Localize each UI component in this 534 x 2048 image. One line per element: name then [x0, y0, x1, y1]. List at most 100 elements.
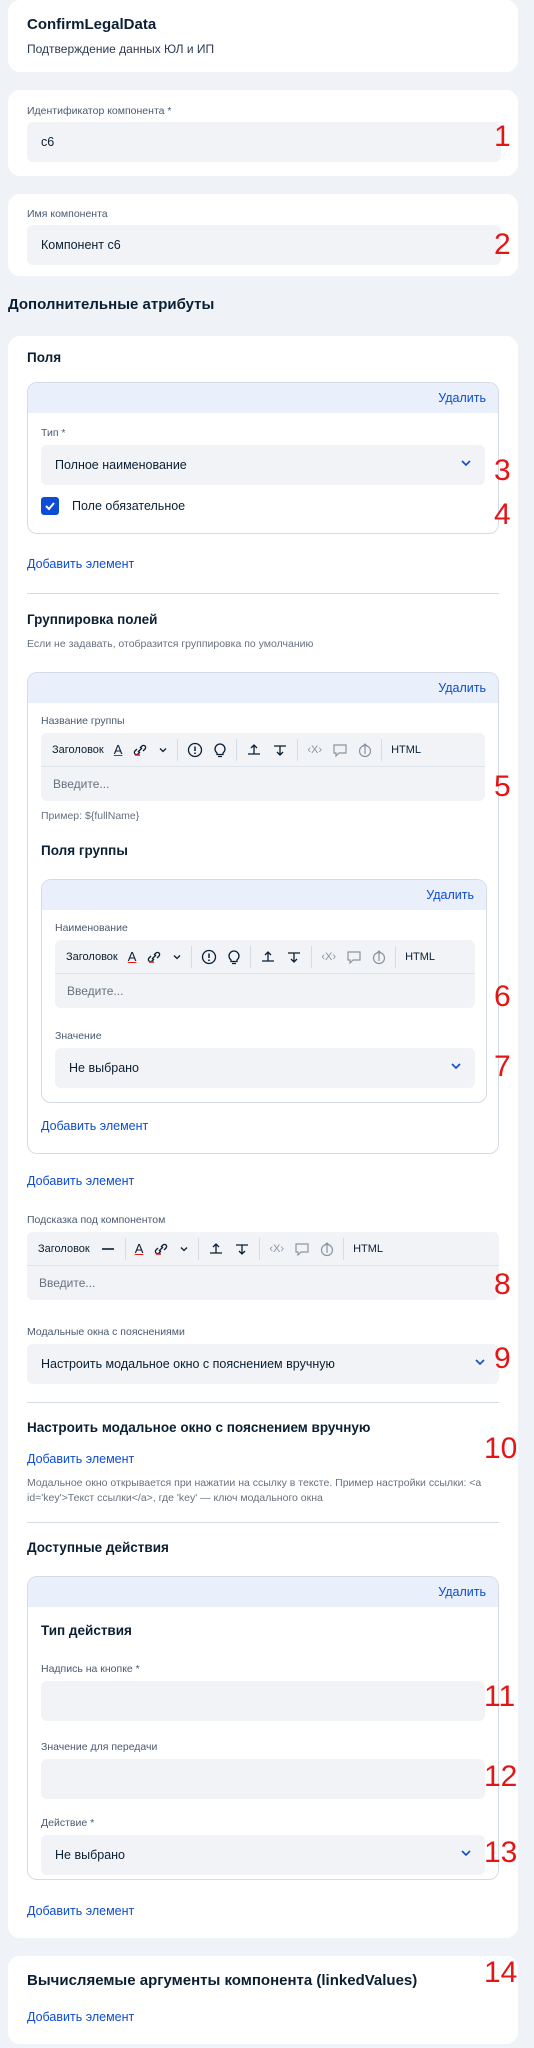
- comment-icon[interactable]: [341, 940, 367, 974]
- group-name-placeholder: Введите...: [53, 777, 110, 791]
- annotation-9: 9: [494, 1342, 511, 1375]
- chevron-down-icon: [461, 1850, 471, 1857]
- chevron-down-icon: [475, 1359, 485, 1366]
- heading-button[interactable]: Заголовок: [33, 1232, 95, 1266]
- link-icon[interactable]: [127, 733, 153, 767]
- linked-values-add-link[interactable]: Добавить элемент: [27, 2010, 134, 2024]
- actions-add-link[interactable]: Добавить элемент: [27, 1904, 134, 1918]
- group-field-add-link[interactable]: Добавить элемент: [41, 1119, 148, 1133]
- toolbar-separator: [124, 1237, 126, 1260]
- actions-title: Доступные действия: [27, 1540, 169, 1555]
- annotation-2: 2: [494, 228, 511, 261]
- insert-above-icon[interactable]: [203, 1232, 229, 1266]
- annotation-10: 10: [484, 1432, 518, 1465]
- toolbar-separator: [191, 945, 193, 968]
- html-button[interactable]: HTML: [348, 1232, 388, 1266]
- action-item-header: [28, 1577, 498, 1607]
- comment-icon[interactable]: [289, 1232, 315, 1266]
- fields-delete-link[interactable]: Удалить: [438, 391, 486, 405]
- toolbar-separator: [177, 738, 179, 761]
- link-icon[interactable]: [141, 940, 167, 974]
- group-field-name-input[interactable]: Введите...: [55, 974, 475, 1008]
- pass-value-input[interactable]: [41, 1759, 485, 1799]
- warning-icon[interactable]: [182, 733, 208, 767]
- action-select-value: Не выбрано: [55, 1848, 125, 1862]
- action-select[interactable]: Не выбрано: [41, 1835, 485, 1875]
- code-icon[interactable]: ‹X›: [302, 733, 327, 767]
- manual-modal-add-link[interactable]: Добавить элемент: [27, 1452, 134, 1466]
- chevron-down-icon[interactable]: [174, 1232, 194, 1266]
- annotation-8: 8: [494, 1268, 511, 1301]
- group-field-item: Удалить Наименование Заголовок A ‹X› HTM…: [41, 879, 487, 1103]
- html-button[interactable]: HTML: [400, 940, 440, 974]
- component-id-input[interactable]: c6: [27, 122, 501, 162]
- component-name-card: Имя компонента Компонент с6: [8, 194, 518, 276]
- upload-icon[interactable]: [367, 940, 391, 974]
- modals-select[interactable]: Настроить модальное окно с пояснением вр…: [27, 1344, 499, 1384]
- chevron-down-icon[interactable]: [167, 940, 187, 974]
- text-color-icon[interactable]: A: [109, 733, 128, 767]
- toolbar-separator: [297, 738, 299, 761]
- text-color-icon[interactable]: A: [130, 1232, 149, 1266]
- code-icon[interactable]: ‹X›: [264, 1232, 289, 1266]
- fields-add-link[interactable]: Добавить элемент: [27, 557, 134, 571]
- lightbulb-icon[interactable]: [222, 940, 246, 974]
- component-name-value: Компонент с6: [41, 238, 121, 252]
- link-icon[interactable]: [148, 1232, 174, 1266]
- toolbar-separator: [236, 738, 238, 761]
- upload-icon[interactable]: [315, 1232, 339, 1266]
- modals-select-value: Настроить модальное окно с пояснением вр…: [41, 1357, 335, 1371]
- insert-above-icon[interactable]: [241, 733, 267, 767]
- action-delete-link[interactable]: Удалить: [438, 1585, 486, 1599]
- code-icon[interactable]: ‹X›: [316, 940, 341, 974]
- component-subtitle: Подтверждение данных ЮЛ и ИП: [27, 42, 215, 56]
- linked-values-card: Вычисляемые аргументы компонента (linked…: [8, 1956, 518, 2044]
- warning-icon[interactable]: [196, 940, 222, 974]
- group-field-value-select[interactable]: Не выбрано: [55, 1048, 475, 1088]
- group-field-delete-link[interactable]: Удалить: [426, 888, 474, 902]
- hint-under-toolbar: Заголовок A ‹X› HTML: [27, 1232, 499, 1266]
- hint-under-placeholder: Введите...: [39, 1276, 96, 1290]
- button-label-input[interactable]: [41, 1681, 485, 1721]
- hint-under-input[interactable]: Введите...: [27, 1266, 499, 1300]
- group-field-name-label: Наименование: [55, 922, 128, 934]
- required-checkbox[interactable]: [41, 497, 59, 515]
- insert-below-icon[interactable]: [281, 940, 307, 974]
- component-name-input[interactable]: Компонент с6: [27, 225, 501, 265]
- action-type-title: Тип действия: [41, 1623, 132, 1638]
- group-name-example: Пример: ${fullName}: [41, 810, 140, 822]
- toolbar-separator: [343, 1237, 345, 1260]
- grouping-add-link[interactable]: Добавить элемент: [27, 1174, 134, 1188]
- html-button[interactable]: HTML: [386, 733, 426, 767]
- text-color-icon[interactable]: A: [123, 940, 142, 974]
- text-color-glyph: A: [127, 949, 137, 964]
- insert-below-icon[interactable]: [229, 1232, 255, 1266]
- horizontal-rule-icon[interactable]: [95, 1232, 121, 1266]
- group-name-toolbar: Заголовок A ‹X› HTML: [41, 733, 485, 767]
- chevron-down-icon: [451, 1063, 461, 1070]
- component-title: ConfirmLegalData: [27, 16, 157, 33]
- toolbar-separator: [395, 945, 397, 968]
- insert-below-icon[interactable]: [267, 733, 293, 767]
- type-select[interactable]: Полное наименование: [41, 445, 485, 485]
- group-field-name-placeholder: Введите...: [67, 984, 124, 998]
- divider-3: [27, 1522, 499, 1523]
- heading-button[interactable]: Заголовок: [61, 940, 123, 974]
- toolbar-separator: [381, 738, 383, 761]
- fields-item-header: [28, 383, 498, 413]
- toolbar-separator: [311, 945, 313, 968]
- insert-above-icon[interactable]: [255, 940, 281, 974]
- comment-icon[interactable]: [327, 733, 353, 767]
- type-label: Тип *: [41, 427, 66, 439]
- lightbulb-icon[interactable]: [208, 733, 232, 767]
- annotation-6: 6: [494, 980, 511, 1013]
- group-name-input[interactable]: Введите...: [41, 767, 485, 801]
- fields-item: Удалить Тип * Полное наименование Поле о…: [27, 382, 499, 534]
- upload-icon[interactable]: [353, 733, 377, 767]
- chevron-down-icon[interactable]: [153, 733, 173, 767]
- heading-button[interactable]: Заголовок: [47, 733, 109, 767]
- component-id-value: c6: [41, 135, 55, 149]
- text-color-glyph: A: [113, 742, 123, 757]
- pass-value-label: Значение для передачи: [41, 1741, 158, 1753]
- grouping-delete-link[interactable]: Удалить: [438, 681, 486, 695]
